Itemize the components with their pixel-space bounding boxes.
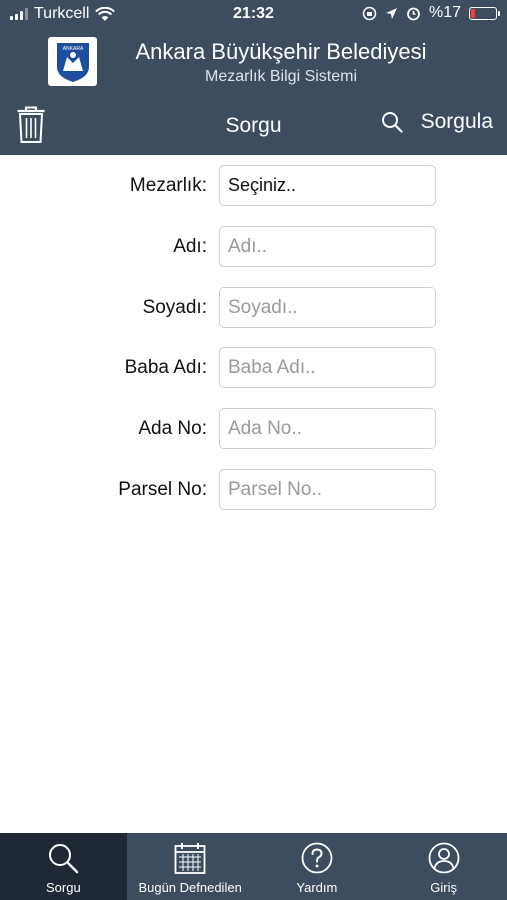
soyadi-input[interactable]: [219, 287, 436, 328]
ada-no-row: Ada No:: [0, 408, 507, 450]
trash-icon[interactable]: [16, 106, 46, 144]
status-bar: Turkcell 21:32 %17: [0, 0, 507, 30]
adi-row: Adı:: [0, 226, 507, 268]
adi-input[interactable]: [219, 226, 436, 267]
app-subtitle: Mezarlık Bilgi Sistemi: [204, 68, 358, 85]
sorgula-button[interactable]: Sorgula: [381, 110, 493, 134]
battery-percent: %17: [428, 4, 461, 21]
tab-bugun-defnedilen[interactable]: Bugün Defnedilen: [127, 833, 254, 900]
alarm-icon: [407, 7, 420, 20]
app-title: Ankara Büyükşehir Belediyesi: [135, 39, 427, 64]
mezarlik-select[interactable]: Seçiniz..: [219, 165, 436, 206]
status-right: %17: [362, 4, 500, 22]
logo-text: ANKARA: [62, 46, 83, 52]
mezarlik-row: Mezarlık: Seçiniz..: [0, 165, 507, 207]
mezarlik-label: Mezarlık:: [129, 175, 207, 196]
soyadi-row: Soyadı:: [0, 287, 507, 329]
baba-adi-row: Baba Adı:: [0, 347, 507, 389]
orientation-lock-icon: [362, 6, 377, 20]
search-icon: [49, 844, 79, 874]
nav-bar: Sorgu Sorgula: [0, 100, 507, 155]
baba-adi-input[interactable]: [219, 347, 436, 388]
ada-no-input[interactable]: [219, 408, 436, 449]
tab-yardim[interactable]: Yardım: [254, 833, 381, 900]
battery-icon: [469, 6, 500, 20]
location-icon: [385, 7, 397, 19]
app-header: Turkcell 21:32 %17 ANKARA Ankara Büyükşe…: [0, 0, 507, 155]
tab-label: Bugün Defnedilen: [138, 880, 242, 895]
tab-bar: Sorgu Bugün Defnedilen Yardım Giriş: [0, 833, 507, 900]
parsel-no-label: Parsel No:: [118, 479, 207, 500]
calendar-icon: [174, 843, 206, 874]
adi-label: Adı:: [173, 236, 207, 257]
battery-level: [471, 8, 475, 18]
tab-sorgu[interactable]: Sorgu: [0, 833, 127, 900]
ada-no-label: Ada No:: [138, 418, 207, 439]
soyadi-label: Soyadı:: [142, 297, 207, 318]
tab-label: Yardım: [296, 880, 338, 895]
brand-area: ANKARA Ankara Büyükşehir Belediyesi Meza…: [48, 37, 427, 86]
sorgula-label: Sorgula: [420, 110, 493, 133]
user-icon: [428, 842, 460, 874]
ankara-logo: ANKARA: [48, 37, 97, 86]
tab-giris[interactable]: Giriş: [380, 833, 507, 900]
brand-text: Ankara Büyükşehir Belediyesi Mezarlık Bi…: [116, 39, 446, 86]
tab-label: Giriş: [430, 880, 457, 895]
parsel-no-row: Parsel No:: [0, 469, 507, 511]
tab-label: Sorgu: [46, 880, 81, 895]
parsel-no-input[interactable]: [219, 469, 436, 510]
baba-adi-label: Baba Adı:: [124, 357, 207, 378]
help-icon: [301, 842, 333, 874]
search-icon: [381, 112, 403, 133]
